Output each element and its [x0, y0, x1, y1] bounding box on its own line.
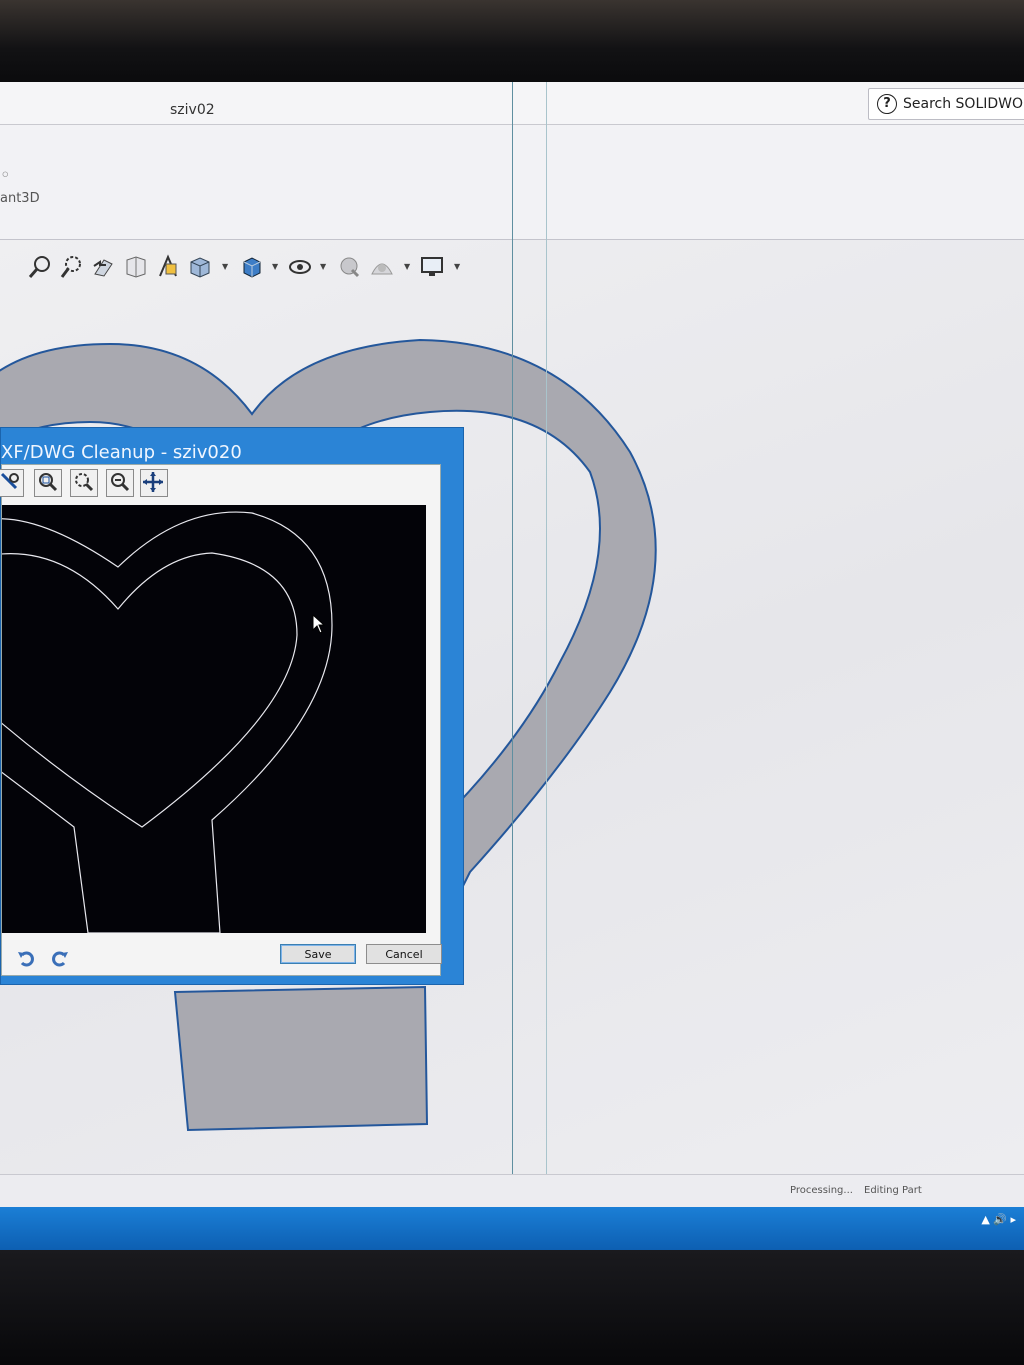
windows-taskbar: ▲ 🔊 ▸ — [0, 1207, 1024, 1250]
zoom-to-fit-icon[interactable] — [34, 469, 62, 497]
cancel-button[interactable]: Cancel — [366, 944, 442, 964]
redo-icon[interactable] — [48, 949, 70, 969]
status-editing-mode: Editing Part — [864, 1185, 922, 1196]
save-button[interactable]: Save — [280, 944, 356, 964]
dxf-dwg-cleanup-dialog: XF/DWG Cleanup - sziv020 Save Cancel — [0, 427, 464, 985]
dxf-preview-area[interactable] — [2, 505, 426, 933]
undo-icon[interactable] — [16, 949, 38, 969]
mouse-cursor-icon — [312, 614, 326, 634]
status-processing: Processing... — [790, 1185, 853, 1196]
inner-heart-outline — [2, 552, 298, 828]
system-tray-icons[interactable]: ▲ 🔊 ▸ — [981, 1213, 1016, 1226]
monitor-bezel-top — [0, 0, 1024, 82]
zoom-to-area-icon[interactable] — [70, 469, 98, 497]
zoom-in-out-icon[interactable] — [106, 469, 134, 497]
solidworks-window: sziv02 ? Search SOLIDWORKS ◦ ant3D ▼ — [0, 82, 1024, 1250]
graphics-area-divider-2 — [546, 82, 547, 1207]
graphics-area-divider — [512, 82, 513, 1207]
dialog-body: Save Cancel — [0, 464, 442, 976]
dialog-toolbar — [0, 469, 302, 497]
select-icon[interactable] — [0, 469, 24, 497]
dialog-title: XF/DWG Cleanup - sziv020 — [1, 442, 242, 463]
pan-icon[interactable] — [140, 469, 168, 497]
status-bar: Processing... Editing Part — [0, 1174, 1024, 1208]
monitor-bezel-bottom — [0, 1250, 1024, 1365]
outer-heart-outline — [2, 511, 333, 933]
